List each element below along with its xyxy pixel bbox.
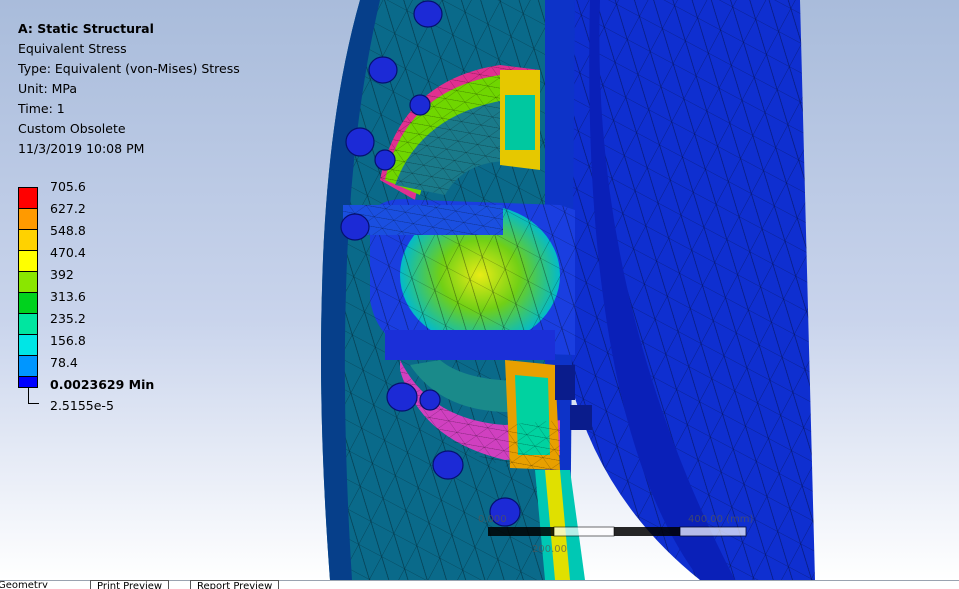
result-type: Type: Equivalent (von-Mises) Stress <box>18 61 240 76</box>
legend-label: 627.2 <box>50 201 86 216</box>
legend-band <box>18 229 38 251</box>
tab-print-preview[interactable]: Print Preview <box>90 580 170 589</box>
min-marker-line <box>28 387 39 404</box>
legend-label: 313.6 <box>50 289 86 304</box>
result-info: A: Static Structural Equivalent Stress T… <box>18 19 240 159</box>
legend-band <box>18 334 38 356</box>
graphics-viewport[interactable]: A: Static Structural Equivalent Stress T… <box>0 0 959 580</box>
legend-label: 235.2 <box>50 311 86 326</box>
legend-label: 548.8 <box>50 223 86 238</box>
legend-label: 705.6 <box>50 179 86 194</box>
analysis-title: A: Static Structural <box>18 21 154 36</box>
legend-band <box>18 313 38 335</box>
legend-label: 78.4 <box>50 355 78 370</box>
result-time: Time: 1 <box>18 101 65 116</box>
tab-report-preview[interactable]: Report Preview <box>190 580 280 589</box>
result-unit: Unit: MPa <box>18 81 78 96</box>
legend-band <box>18 271 38 293</box>
legend-band <box>18 355 38 377</box>
legend-label: 392 <box>50 267 74 282</box>
legend-label: 156.8 <box>50 333 86 348</box>
result-custom: Custom Obsolete <box>18 121 126 136</box>
legend-min-marker: 2.5155e-5 <box>50 398 114 413</box>
legend-band <box>18 292 38 314</box>
legend-band <box>18 250 38 272</box>
result-date: 11/3/2019 10:08 PM <box>18 141 145 156</box>
legend-min-label: 0.0023629 Min <box>50 377 155 392</box>
legend-label: 470.4 <box>50 245 86 260</box>
legend-band <box>18 187 38 209</box>
legend-band <box>18 208 38 230</box>
result-name: Equivalent Stress <box>18 41 127 56</box>
